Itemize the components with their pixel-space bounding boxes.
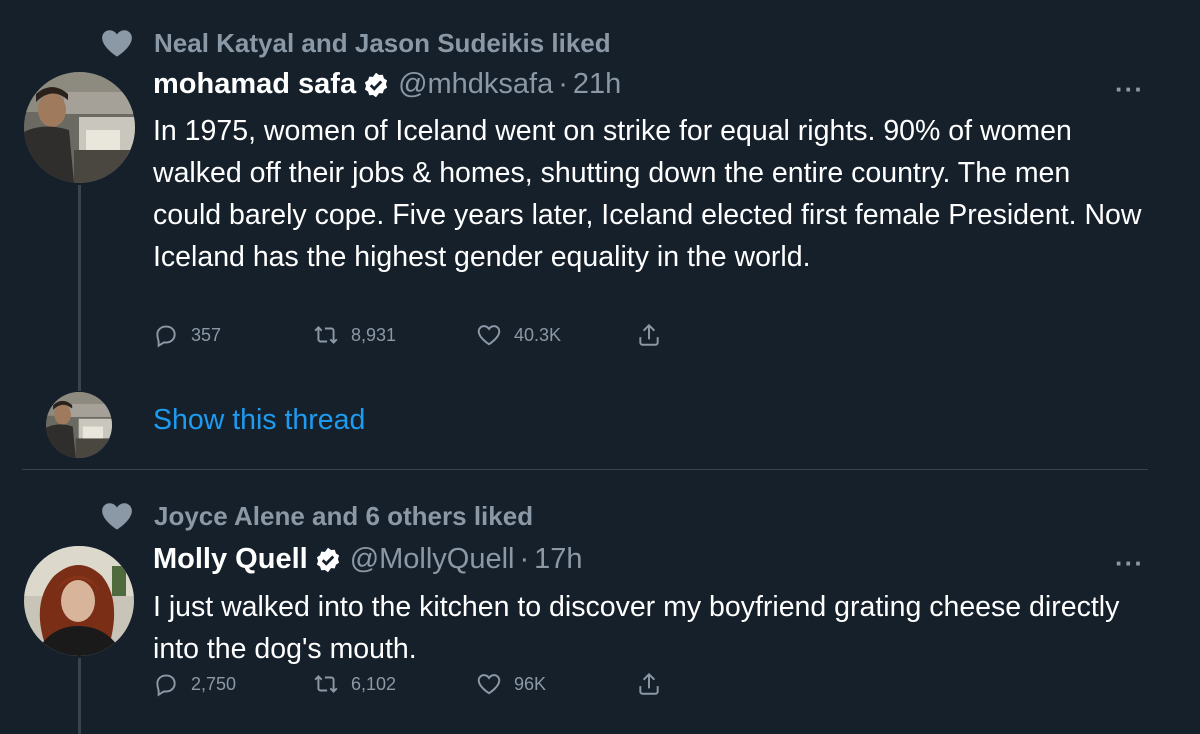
tweet-text: I just walked into the kitchen to discov… [153,591,1120,665]
like-count: 40.3K [514,324,562,345]
tweet-text: In 1975, women of Iceland went on strike… [153,115,1142,273]
social-context: Joyce Alene and 6 others liked [100,499,533,533]
retweet-button[interactable]: 6,102 [313,671,396,697]
thread-line [78,185,81,391]
share-button[interactable] [636,671,674,697]
reply-count: 2,750 [191,673,237,694]
like-button[interactable]: 96K [476,671,546,697]
share-icon [639,672,659,695]
tweet-header: Molly Quell @MollyQuell · 17h [153,543,583,576]
retweet-icon [314,326,338,344]
thread-avatar[interactable] [46,392,112,458]
reply-icon [156,325,176,348]
timestamp[interactable]: 17h [534,543,582,576]
like-icon [477,325,501,346]
like-button[interactable]: 40.3K [476,322,561,348]
social-context: Neal Katyal and Jason Sudeikis liked [100,26,611,60]
timestamp[interactable]: 21h [573,68,621,101]
separator-dot: · [519,543,530,575]
author-name[interactable]: Molly Quell [153,543,308,576]
social-context-text: Neal Katyal and Jason Sudeikis liked [154,27,611,58]
share-icon [639,323,659,346]
separator-dot: · [558,68,568,100]
like-icon [477,674,501,695]
reply-button[interactable]: 357 [153,322,221,348]
social-context-text: Joyce Alene and 6 others liked [154,500,534,531]
tweet-2[interactable]: Joyce Alene and 6 others liked Molly Que… [0,470,1200,734]
reply-icon [156,674,176,697]
avatar-photo [24,546,134,656]
tweet-header: mohamad safa @mhdksafa · 21h [153,68,621,101]
avatar[interactable] [24,546,134,656]
avatar[interactable] [24,72,135,183]
avatar-photo [24,72,135,183]
thread-line [78,658,81,734]
more-icon[interactable]: ··· [1115,74,1144,105]
share-button[interactable] [636,322,674,348]
retweet-icon [314,675,338,693]
reply-button[interactable]: 2,750 [153,671,236,697]
verified-badge-icon [364,72,388,97]
retweet-count: 6,102 [351,673,397,694]
more-icon[interactable]: ··· [1115,548,1144,579]
author-handle[interactable]: @MollyQuell [350,543,515,576]
retweet-button[interactable]: 8,931 [313,322,396,348]
thread-avatar-photo [46,392,112,458]
like-count: 96K [514,673,547,694]
show-thread-link[interactable]: Show this thread [153,404,365,437]
heart-icon [102,503,132,530]
author-name[interactable]: mohamad safa [153,68,356,101]
retweet-count: 8,931 [351,324,397,345]
reply-count: 357 [191,324,222,345]
verified-badge-icon [316,547,339,572]
heart-icon [102,30,132,57]
tweet-1[interactable]: Neal Katyal and Jason Sudeikis liked moh… [0,0,1200,469]
author-handle[interactable]: @mhdksafa [398,68,553,101]
